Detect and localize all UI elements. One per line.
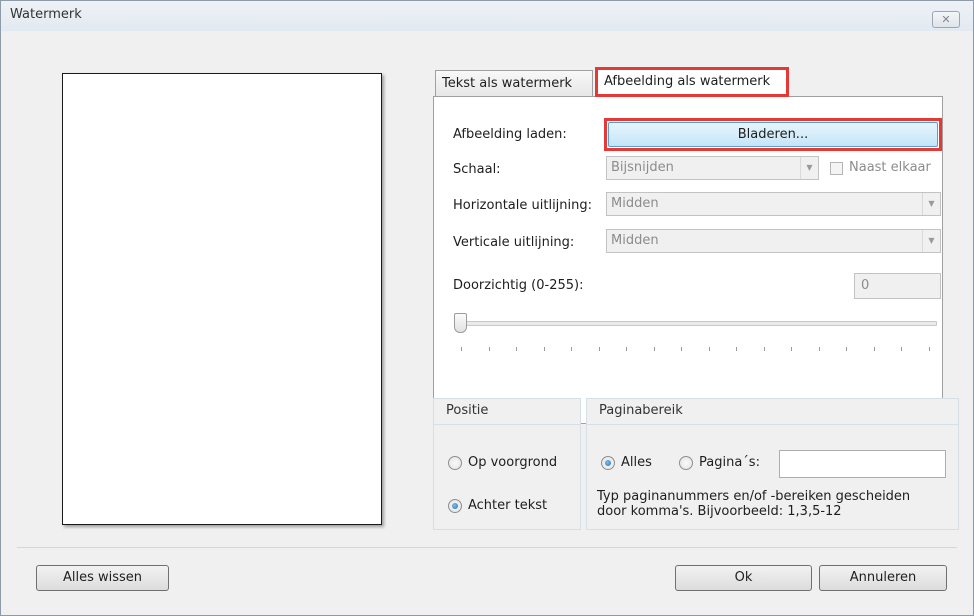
slider-tick (736, 347, 738, 351)
clear-all-button[interactable]: Alles wissen (36, 565, 169, 591)
hint-line-2: door komma's. Bijvoorbeeld: 1,3,5-12 (597, 504, 842, 519)
tab-image-watermark[interactable]: Afbeelding als watermerk (595, 67, 789, 97)
opacity-input[interactable]: 0 (854, 273, 941, 299)
slider-tick (681, 347, 683, 351)
pages-input[interactable] (779, 450, 946, 478)
pages-radio[interactable] (679, 456, 693, 470)
page-range-hint: Typ paginanummers en/of -bereiken gesche… (597, 489, 937, 519)
chevron-down-icon: ▼ (800, 157, 818, 179)
slider-tick (929, 347, 930, 351)
pages-label: Pagina´s: (699, 455, 760, 470)
cancel-button[interactable]: Annuleren (819, 565, 947, 591)
h-align-label: Horizontale uitlijning: (453, 198, 593, 213)
scale-select-value: Bijsnijden (611, 160, 674, 175)
v-align-select[interactable]: Midden ▼ (606, 229, 941, 253)
scale-select[interactable]: Bijsnijden ▼ (606, 156, 819, 180)
dialog-title: Watermerk (10, 7, 82, 22)
close-icon: ✕ (941, 13, 951, 26)
slider-tick (571, 347, 573, 351)
foreground-label: Op voorgrond (468, 455, 558, 470)
title-bar: Watermerk ✕ (1, 1, 973, 31)
slider-tick (461, 347, 462, 351)
slider-tick (763, 347, 765, 351)
chevron-down-icon: ▼ (922, 230, 940, 252)
opacity-slider-thumb[interactable] (454, 313, 467, 333)
v-align-select-value: Midden (611, 233, 659, 248)
all-pages-radio[interactable] (601, 456, 615, 470)
h-align-select[interactable]: Midden ▼ (606, 192, 941, 216)
h-align-select-value: Midden (611, 196, 659, 211)
hint-line-1: Typ paginanummers en/of -bereiken gesche… (597, 489, 911, 504)
opacity-label: Doorzichtig (0-255): (453, 278, 584, 293)
slider-tick (516, 347, 518, 351)
slider-tick (818, 347, 820, 351)
slider-tick (846, 347, 848, 351)
slider-tick (901, 347, 903, 351)
dialog-body: Tekst als watermerk Afbeelding als water… (1, 32, 973, 615)
ok-button[interactable]: Ok (675, 565, 812, 591)
chevron-down-icon: ▼ (922, 193, 940, 215)
close-button[interactable]: ✕ (932, 11, 960, 28)
position-group-title: Positie (434, 399, 580, 425)
behind-text-label: Achter tekst (468, 498, 548, 513)
slider-tick (543, 347, 545, 351)
slider-tick (873, 347, 875, 351)
watermark-dialog: Watermerk ✕ Tekst als watermerk Afbeeldi… (0, 0, 974, 616)
foreground-radio[interactable] (448, 456, 462, 470)
slider-tick (653, 347, 655, 351)
slider-tick (708, 347, 710, 351)
slider-tick (791, 347, 793, 351)
opacity-slider-track[interactable] (455, 321, 937, 326)
slider-tick (598, 347, 600, 351)
scale-label: Schaal: (453, 162, 501, 177)
page-range-group-title: Paginabereik (587, 399, 958, 425)
behind-text-radio[interactable] (448, 499, 462, 513)
all-pages-label: Alles (621, 455, 652, 470)
footer-separator (17, 547, 957, 548)
load-image-label: Afbeelding laden: (453, 127, 567, 142)
page-preview (62, 73, 382, 525)
slider-tick (488, 347, 490, 351)
v-align-label: Verticale uitlijning: (453, 235, 575, 250)
tab-text-watermark[interactable]: Tekst als watermerk (435, 70, 593, 97)
side-by-side-label: Naast elkaar (849, 160, 931, 175)
browse-button[interactable]: Bladeren... (608, 122, 938, 147)
side-by-side-checkbox[interactable] (830, 162, 843, 175)
slider-tick (626, 347, 628, 351)
